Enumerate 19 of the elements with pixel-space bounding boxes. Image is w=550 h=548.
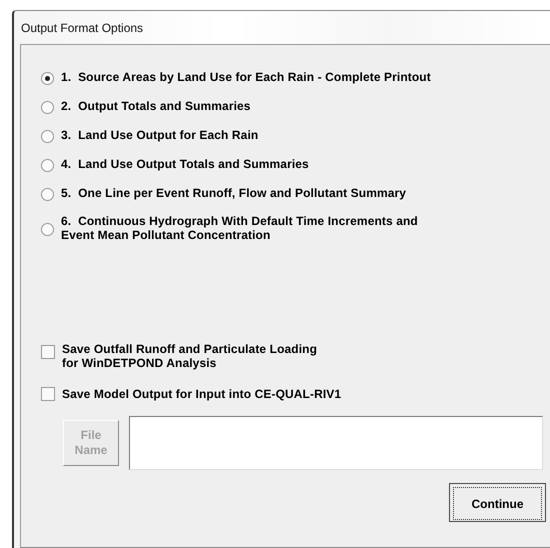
window-title: Output Format Options bbox=[21, 20, 144, 34]
option-label[interactable]: 4. Land Use Output Totals and Summaries bbox=[61, 157, 309, 171]
checkbox[interactable] bbox=[41, 387, 55, 401]
checkbox[interactable] bbox=[41, 345, 55, 359]
option-label[interactable]: 2. Output Totals and Summaries bbox=[61, 99, 251, 113]
radio-button[interactable] bbox=[41, 188, 54, 201]
radio-button[interactable] bbox=[41, 72, 54, 85]
radio-button[interactable] bbox=[41, 101, 54, 114]
radio-button[interactable] bbox=[41, 130, 54, 143]
radio-button[interactable] bbox=[41, 159, 54, 172]
option-label[interactable]: 1. Source Areas by Land Use for Each Rain - Complete Printout bbox=[61, 70, 431, 84]
radio-button[interactable] bbox=[41, 223, 54, 236]
checkbox-label[interactable]: Save Model Output for Input into CE-QUAL-RIV1 bbox=[62, 387, 342, 401]
file-name-field[interactable] bbox=[129, 416, 543, 470]
option-label[interactable]: 5. One Line per Event Runoff, Flow and Pollutant Summary bbox=[61, 186, 406, 200]
option-label[interactable]: 6. Continuous Hydrograph With Default Time Increments and Event Mean Pollutant Concentration bbox=[61, 214, 418, 242]
option-label[interactable]: 3. Land Use Output for Each Rain bbox=[61, 128, 258, 142]
continue-button[interactable]: Continue bbox=[449, 483, 546, 522]
checkbox-label[interactable]: Save Outfall Runoff and Particulate Loading for WinDETPOND Analysis bbox=[62, 342, 317, 370]
